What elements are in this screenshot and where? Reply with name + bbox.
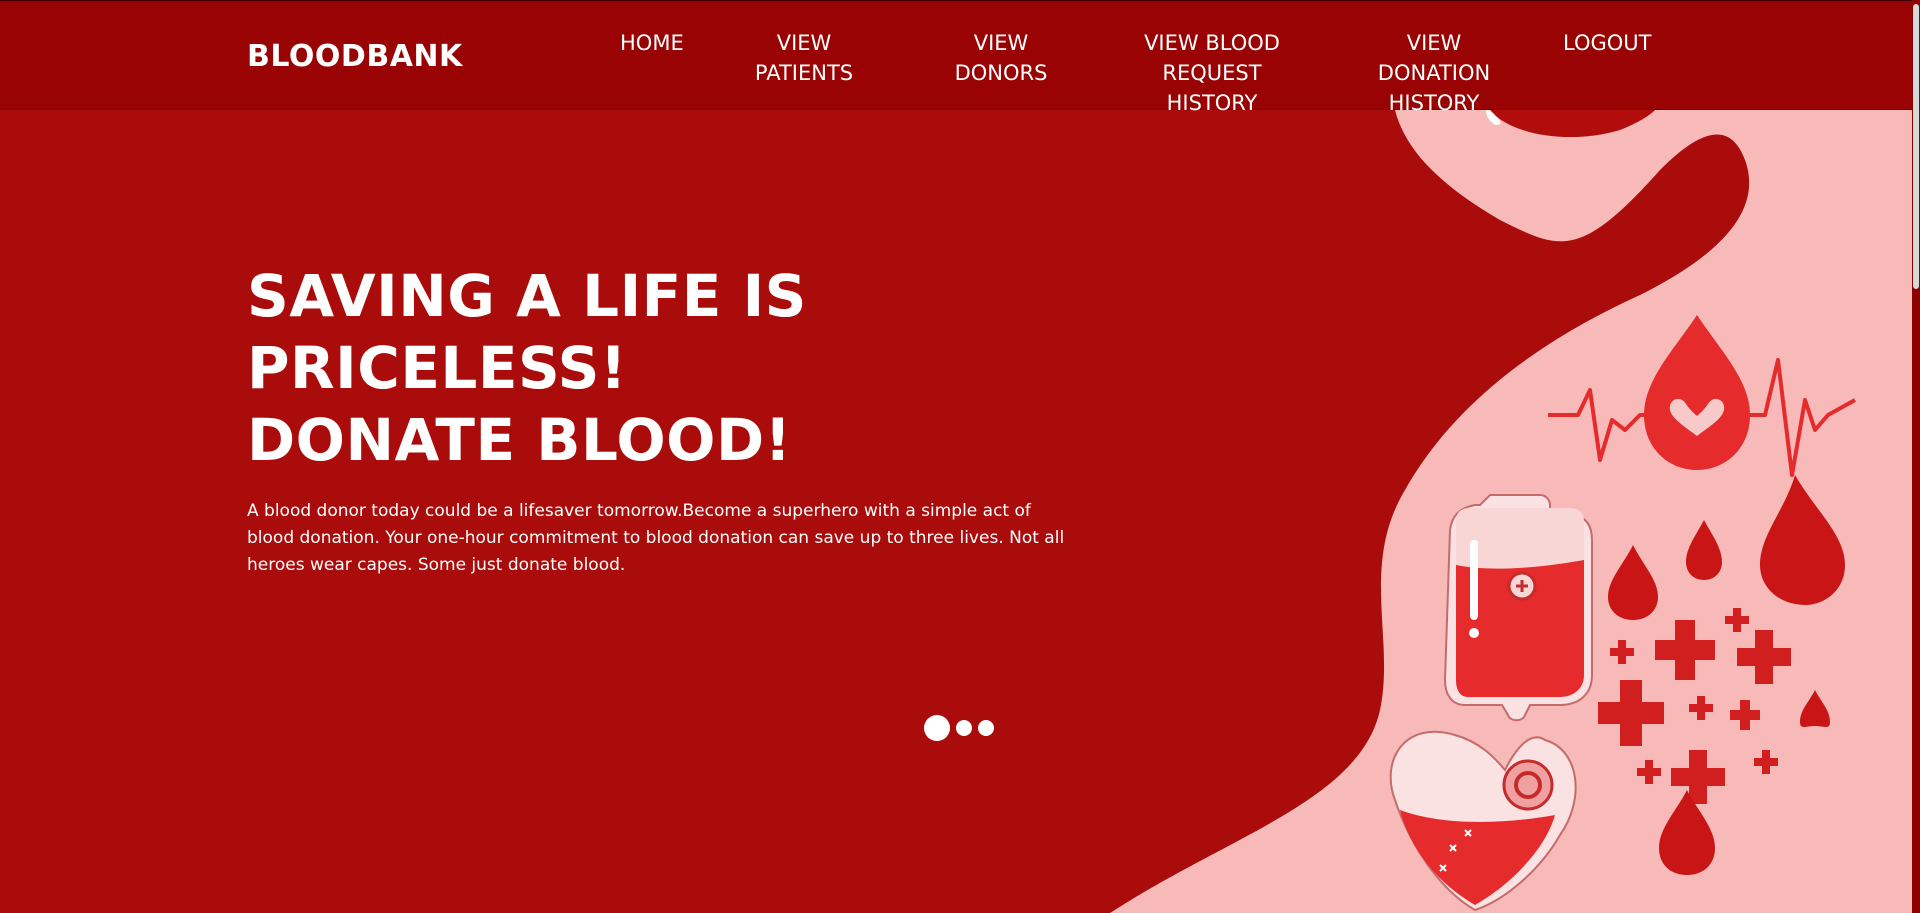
nav-view-patients-link[interactable]: VIEW PATIENTS bbox=[728, 28, 880, 88]
hero-carousel: SAVING A LIFE IS PRICELESS! DONATE BLOOD… bbox=[0, 110, 1920, 913]
navbar: BLOODBANK HOME VIEW PATIENTS VIEW DONORS… bbox=[0, 0, 1920, 115]
carousel-indicators bbox=[924, 715, 994, 741]
nav-logout-label: LOGOUT bbox=[1563, 31, 1652, 55]
nav-request-label-line2: REQUEST HISTORY bbox=[1162, 61, 1262, 115]
blood-bag-icon bbox=[1443, 494, 1593, 722]
page-scrollbar[interactable] bbox=[1912, 0, 1920, 913]
hero-description: A blood donor today could be a lifesaver… bbox=[247, 501, 1065, 575]
carousel-dot-3[interactable] bbox=[978, 720, 994, 736]
nav-view-donors-link[interactable]: VIEW DONORS bbox=[928, 28, 1074, 88]
carousel-dot-1[interactable] bbox=[924, 715, 950, 741]
nav-request-label-line1: VIEW BLOOD bbox=[1144, 31, 1280, 55]
brand-logo[interactable]: BLOODBANK bbox=[247, 39, 463, 74]
nav-donation-label-line1: VIEW DONATION bbox=[1377, 31, 1491, 85]
nav-view-donation-history-link[interactable]: VIEW DONATION HISTORY bbox=[1350, 28, 1518, 118]
hero-title: SAVING A LIFE IS PRICELESS! DONATE BLOOD… bbox=[247, 262, 807, 474]
carousel-dot-2[interactable] bbox=[956, 720, 972, 736]
nav-home-label: HOME bbox=[620, 31, 684, 55]
nav-view-blood-request-history-link[interactable]: VIEW BLOOD REQUEST HISTORY bbox=[1122, 28, 1302, 118]
nav-donation-label-line2: HISTORY bbox=[1388, 91, 1480, 115]
scrollbar-thumb[interactable] bbox=[1913, 4, 1919, 289]
hero-content: SAVING A LIFE IS PRICELESS! DONATE BLOOD… bbox=[247, 260, 1067, 579]
nav-logout-link[interactable]: LOGOUT bbox=[1563, 28, 1652, 58]
nav-view-patients-label: VIEW PATIENTS bbox=[754, 31, 854, 85]
nav-home-link[interactable]: HOME bbox=[620, 28, 684, 58]
nav-view-donors-label: VIEW DONORS bbox=[954, 31, 1048, 85]
